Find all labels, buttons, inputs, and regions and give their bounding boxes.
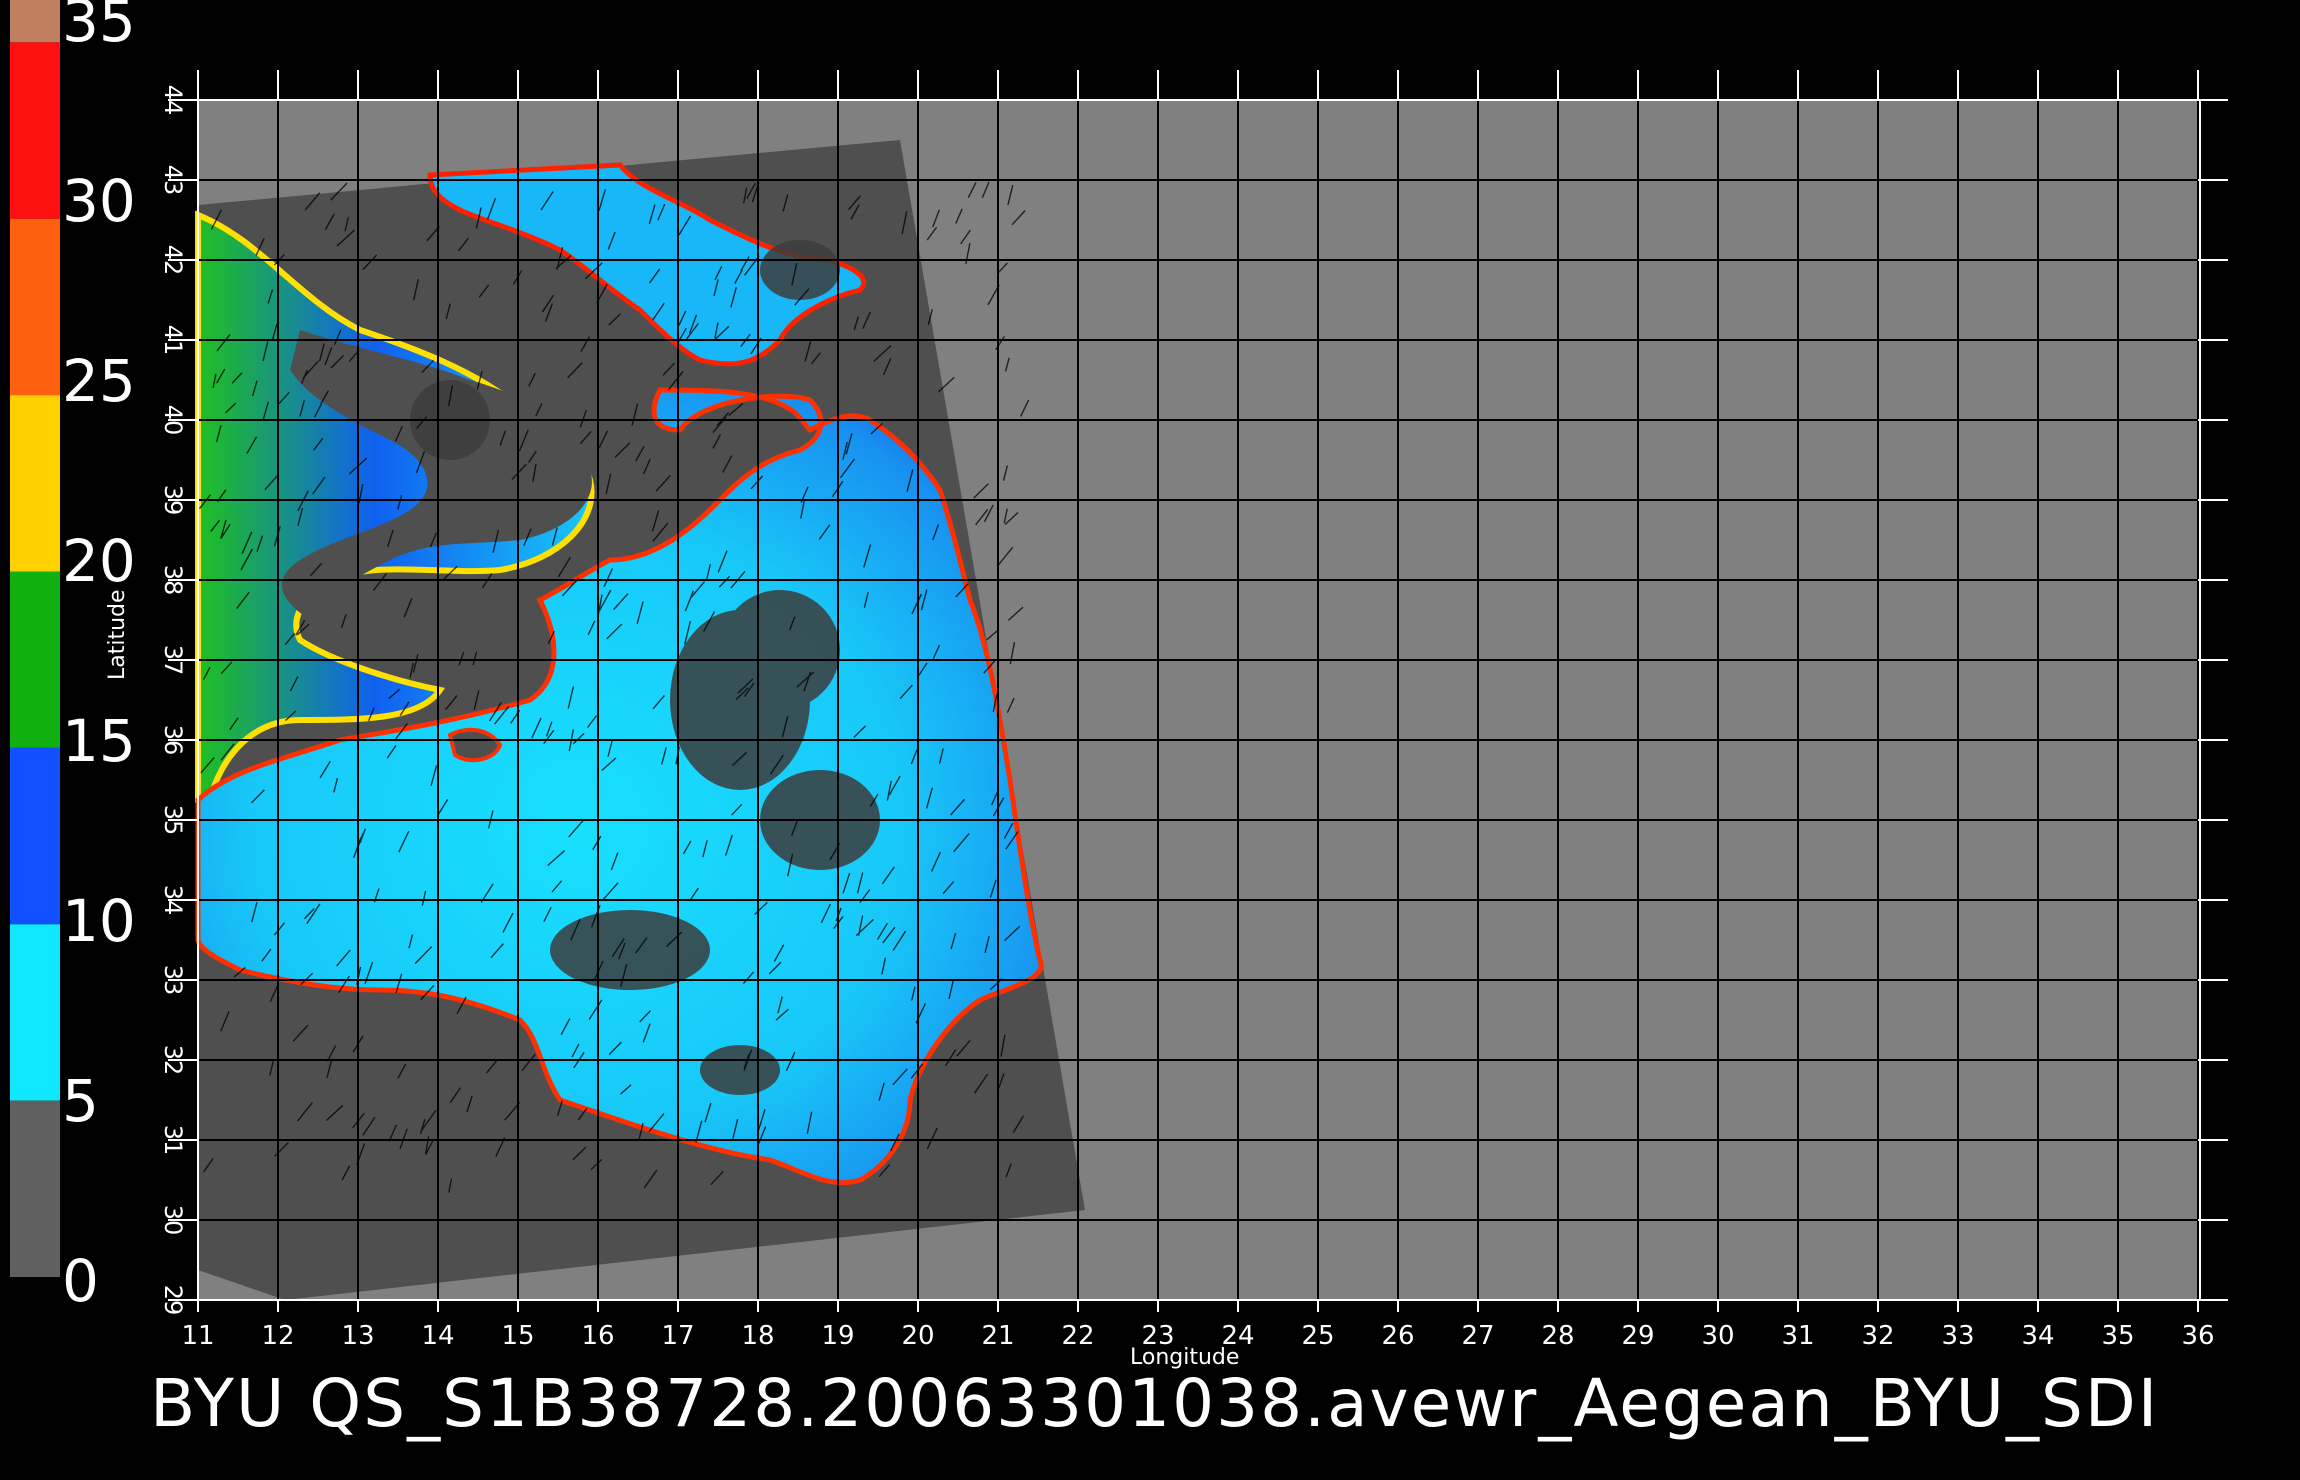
colorbar-band — [10, 1100, 60, 1278]
lat-tick-label: 37 — [159, 645, 187, 676]
lon-tick-label: 26 — [1381, 1321, 1414, 1351]
colorbar-band — [10, 395, 60, 572]
colorbar-band — [10, 571, 60, 748]
colorbar-label: 25 — [62, 347, 136, 415]
lat-tick-label: 33 — [159, 965, 187, 996]
lat-tick-label: 39 — [159, 485, 187, 516]
wind-map: 11 12 13 14 15 16 17 18 19 20 21 22 23 24 25 26 27 28 29 30… — [10, 0, 2228, 1351]
lat-tick-label: 35 — [159, 805, 187, 836]
colorbar-label: 20 — [62, 527, 136, 595]
lat-tick-label: 31 — [159, 1125, 187, 1156]
lon-tick-label: 13 — [341, 1321, 374, 1351]
lon-tick-label: 29 — [1621, 1321, 1654, 1351]
lon-tick-label: 19 — [821, 1321, 854, 1351]
colorbar-band — [10, 924, 60, 1101]
lon-tick-label: 11 — [181, 1321, 214, 1351]
lon-tick-label: 16 — [581, 1321, 614, 1351]
lat-tick-label: 29 — [159, 1285, 187, 1316]
lon-tick-label: 18 — [741, 1321, 774, 1351]
colorbar-band — [10, 0, 60, 43]
colorbar — [10, 0, 60, 1278]
colorbar-band — [10, 218, 60, 396]
lon-tick-label: 14 — [421, 1321, 454, 1351]
lon-tick-label: 20 — [901, 1321, 934, 1351]
colorbar-label: 30 — [62, 167, 136, 235]
lon-tick-label: 34 — [2021, 1321, 2054, 1351]
lat-tick-label: 32 — [159, 1045, 187, 1076]
lon-tick-label: 12 — [261, 1321, 294, 1351]
lon-tick-label: 33 — [1941, 1321, 1974, 1351]
colorbar-label: 10 — [62, 887, 136, 955]
lon-tick-label: 22 — [1061, 1321, 1094, 1351]
lon-tick-label: 35 — [2101, 1321, 2134, 1351]
colorbar-label: 15 — [62, 707, 136, 775]
lon-tick-label: 32 — [1861, 1321, 1894, 1351]
lat-tick-label: 34 — [159, 885, 187, 916]
lat-tick-label: 40 — [159, 405, 187, 436]
lon-tick-label: 28 — [1541, 1321, 1574, 1351]
colorbar-band — [10, 747, 60, 925]
colorbar-label: 5 — [62, 1067, 99, 1135]
lon-tick-label: 25 — [1301, 1321, 1334, 1351]
image-caption: BYU QS_S1B38728.20063301038.avewr_Aegean… — [150, 1365, 2160, 1442]
lon-tick-label: 31 — [1781, 1321, 1814, 1351]
lon-tick-label: 30 — [1701, 1321, 1734, 1351]
lat-tick-label: 43 — [159, 165, 187, 196]
lat-tick-label: 41 — [159, 325, 187, 356]
colorbar-label: 0 — [62, 1247, 99, 1315]
lat-tick-label: 30 — [159, 1205, 187, 1236]
lat-tick-labels: 29 30 31 32 33 34 35 36 37 38 39 40 41 42 43 44 — [159, 85, 187, 1316]
y-axis-label: Latitude — [105, 589, 130, 680]
lon-tick-label: 15 — [501, 1321, 534, 1351]
lon-tick-label: 21 — [981, 1321, 1014, 1351]
colorbar-band — [10, 42, 60, 219]
lon-tick-label: 36 — [2181, 1321, 2214, 1351]
lon-tick-label: 27 — [1461, 1321, 1494, 1351]
lat-tick-label: 38 — [159, 565, 187, 596]
lat-tick-label: 42 — [159, 245, 187, 276]
lat-tick-label: 36 — [159, 725, 187, 756]
colorbar-label: 35 — [62, 0, 136, 55]
lat-tick-label: 44 — [159, 85, 187, 116]
lon-tick-label: 17 — [661, 1321, 694, 1351]
